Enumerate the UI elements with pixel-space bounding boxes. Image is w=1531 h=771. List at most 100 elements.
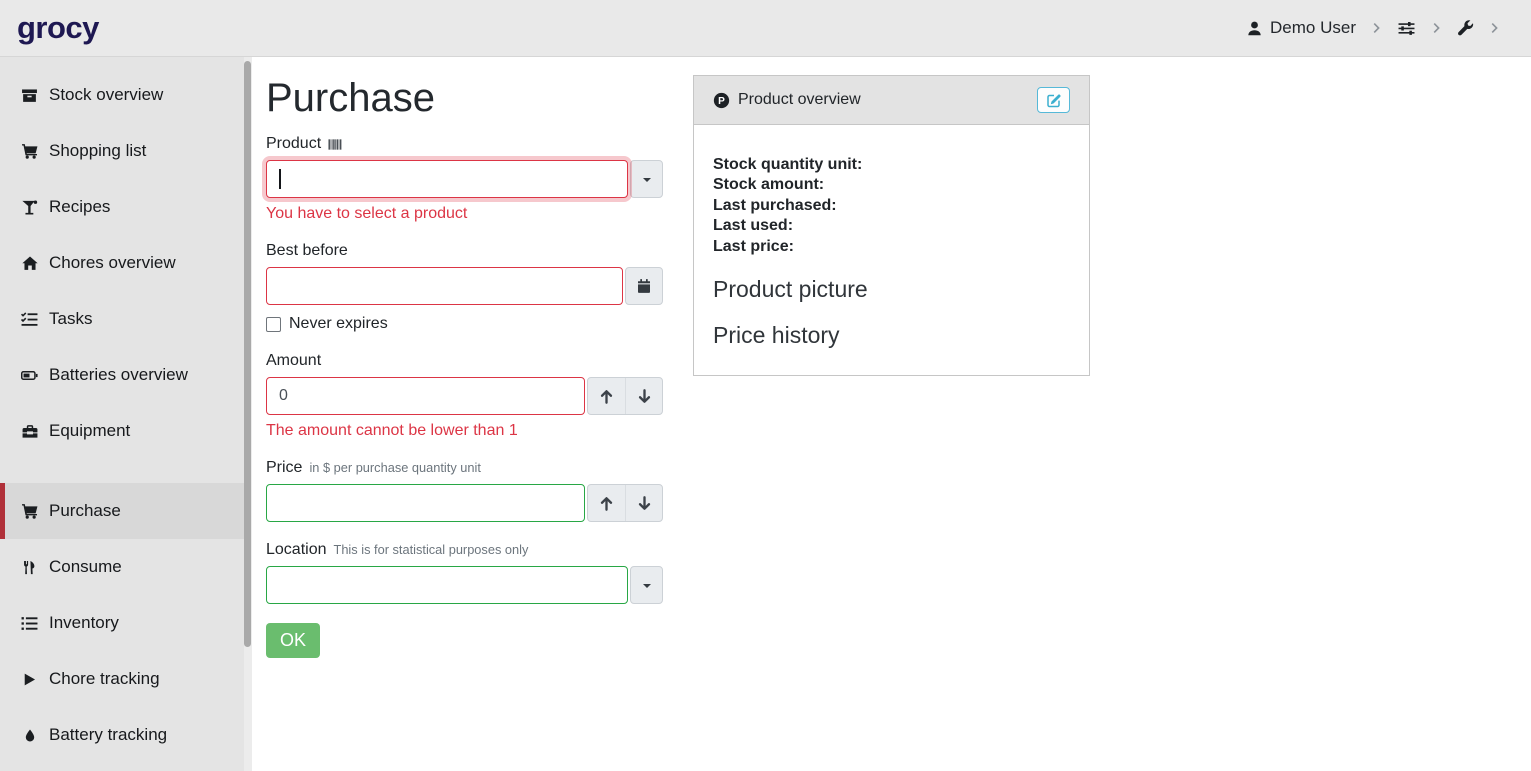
location-input[interactable] bbox=[266, 566, 628, 604]
price-decrease-button[interactable] bbox=[625, 485, 662, 521]
sidebar-item-label: Recipes bbox=[49, 197, 110, 217]
box-icon bbox=[19, 87, 40, 104]
sidebar-item-stock-overview[interactable]: Stock overview bbox=[0, 67, 252, 123]
sidebar-item-recipes[interactable]: Recipes bbox=[0, 179, 252, 235]
settings-menu-button[interactable] bbox=[1397, 20, 1416, 37]
last-price-field: Last price: bbox=[713, 237, 1070, 257]
arrow-down-icon bbox=[636, 495, 653, 512]
app-logo[interactable]: grocy bbox=[17, 10, 99, 46]
sidebar-item-chore-tracking[interactable]: Chore tracking bbox=[0, 651, 252, 707]
wrench-icon bbox=[1457, 20, 1474, 37]
sidebar-item-tasks[interactable]: Tasks bbox=[0, 291, 252, 347]
pencil-square-icon bbox=[1046, 92, 1062, 108]
play-icon bbox=[19, 671, 40, 688]
product-picture-heading: Product picture bbox=[713, 276, 1070, 303]
toolbox-icon bbox=[19, 423, 40, 440]
sidebar-item-label: Stock overview bbox=[49, 85, 163, 105]
best-before-label: Best before bbox=[266, 242, 348, 260]
chevron-right-icon bbox=[1488, 20, 1501, 36]
purchase-form: Purchase Product You have to select a pr… bbox=[266, 75, 663, 658]
product-input[interactable] bbox=[266, 160, 628, 198]
sidebar-item-label: Equipment bbox=[49, 421, 130, 441]
price-input[interactable] bbox=[266, 484, 585, 522]
sidebar-nav: Stock overview Shopping list Recipes Cho… bbox=[0, 57, 252, 763]
sidebar-item-equipment[interactable]: Equipment bbox=[0, 403, 252, 459]
top-navbar: grocy Demo User bbox=[0, 0, 1531, 57]
sidebar-divider bbox=[0, 459, 252, 483]
circled-p-icon: P bbox=[713, 92, 730, 109]
user-name: Demo User bbox=[1270, 18, 1356, 38]
best-before-input[interactable] bbox=[266, 267, 623, 305]
utensils-icon bbox=[19, 559, 40, 576]
location-dropdown-button[interactable] bbox=[630, 566, 663, 604]
main-content: Purchase Product You have to select a pr… bbox=[252, 57, 1531, 771]
sliders-icon bbox=[1397, 20, 1416, 37]
chevron-right-icon bbox=[1430, 20, 1443, 36]
sidebar-scrollbar-thumb[interactable] bbox=[244, 61, 251, 647]
droplet-icon bbox=[19, 727, 40, 744]
sidebar-item-chores-overview[interactable]: Chores overview bbox=[0, 235, 252, 291]
page-title: Purchase bbox=[266, 75, 663, 121]
ok-button[interactable]: OK bbox=[266, 623, 320, 658]
sidebar-item-label: Inventory bbox=[49, 613, 119, 633]
location-hint: This is for statistical purposes only bbox=[334, 542, 529, 557]
amount-stepper bbox=[587, 377, 663, 415]
arrow-up-icon bbox=[598, 388, 615, 405]
never-expires-label: Never expires bbox=[289, 315, 388, 333]
caret-down-icon bbox=[643, 584, 651, 592]
stock-amount-field: Stock amount: bbox=[713, 175, 1070, 195]
date-picker-button[interactable] bbox=[625, 267, 663, 305]
sidebar-item-label: Tasks bbox=[49, 309, 92, 329]
product-overview-card: P Product overview Stock quantity unit: … bbox=[693, 75, 1090, 376]
edit-product-button[interactable] bbox=[1037, 87, 1070, 113]
amount-label: Amount bbox=[266, 352, 321, 370]
amount-error: The amount cannot be lower than 1 bbox=[266, 422, 663, 440]
location-group: Location This is for statistical purpose… bbox=[266, 541, 663, 604]
location-label: Location bbox=[266, 541, 327, 559]
cocktail-icon bbox=[19, 199, 40, 216]
product-group: Product You have to select a product bbox=[266, 135, 663, 223]
card-body: Stock quantity unit: Stock amount: Last … bbox=[694, 125, 1089, 375]
stock-quantity-unit-field: Stock quantity unit: bbox=[713, 155, 1070, 175]
sidebar-item-purchase[interactable]: Purchase bbox=[0, 483, 252, 539]
product-error: You have to select a product bbox=[266, 205, 663, 223]
sidebar-item-battery-tracking[interactable]: Battery tracking bbox=[0, 707, 252, 763]
amount-group: Amount bbox=[266, 352, 663, 440]
amount-increase-button[interactable] bbox=[588, 378, 625, 414]
admin-menu-button[interactable] bbox=[1457, 20, 1474, 37]
never-expires-checkbox[interactable] bbox=[266, 317, 281, 332]
cart-icon bbox=[19, 143, 40, 160]
text-cursor bbox=[279, 169, 281, 189]
amount-decrease-button[interactable] bbox=[625, 378, 662, 414]
price-group: Price in $ per purchase quantity unit bbox=[266, 459, 663, 522]
arrow-down-icon bbox=[636, 388, 653, 405]
home-icon bbox=[19, 255, 40, 272]
amount-input[interactable] bbox=[266, 377, 585, 415]
sidebar-item-label: Shopping list bbox=[49, 141, 146, 161]
card-header: P Product overview bbox=[694, 76, 1089, 125]
sidebar-item-shopping-list[interactable]: Shopping list bbox=[0, 123, 252, 179]
cart-icon bbox=[19, 503, 40, 520]
best-before-group: Best before Never expires bbox=[266, 242, 663, 333]
price-stepper bbox=[587, 484, 663, 522]
sidebar-item-batteries-overview[interactable]: Batteries overview bbox=[0, 347, 252, 403]
user-menu[interactable]: Demo User bbox=[1246, 18, 1356, 38]
tasks-icon bbox=[19, 311, 40, 328]
arrow-up-icon bbox=[598, 495, 615, 512]
price-increase-button[interactable] bbox=[588, 485, 625, 521]
sidebar-item-label: Purchase bbox=[49, 501, 121, 521]
caret-down-icon bbox=[643, 178, 651, 186]
svg-text:P: P bbox=[718, 96, 725, 107]
price-label: Price bbox=[266, 459, 302, 477]
price-hint: in $ per purchase quantity unit bbox=[309, 460, 480, 475]
barcode-icon bbox=[328, 137, 343, 152]
chevron-right-icon bbox=[1370, 20, 1383, 36]
battery-icon bbox=[19, 367, 40, 384]
sidebar-item-label: Battery tracking bbox=[49, 725, 167, 745]
last-purchased-field: Last purchased: bbox=[713, 196, 1070, 216]
sidebar-scrollbar[interactable] bbox=[244, 57, 252, 771]
product-dropdown-button[interactable] bbox=[630, 160, 663, 198]
sidebar-item-inventory[interactable]: Inventory bbox=[0, 595, 252, 651]
last-used-field: Last used: bbox=[713, 216, 1070, 236]
sidebar-item-consume[interactable]: Consume bbox=[0, 539, 252, 595]
